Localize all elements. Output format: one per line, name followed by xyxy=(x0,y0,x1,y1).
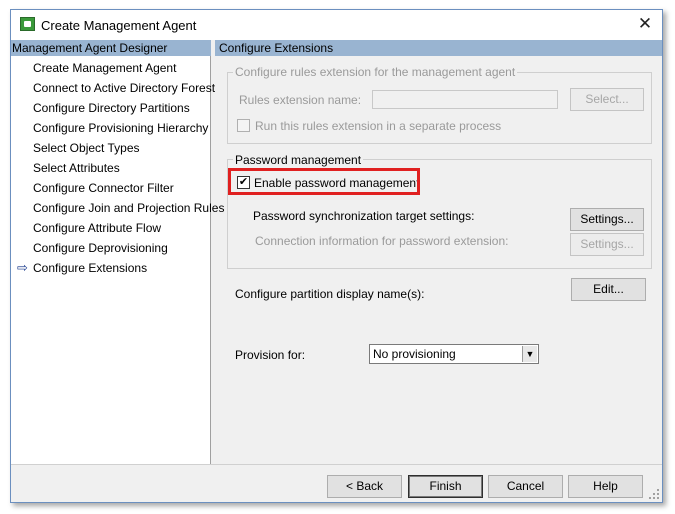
nav-item-object-types[interactable]: Select Object Types xyxy=(33,141,140,155)
password-extension-settings-button[interactable]: Settings... xyxy=(570,233,644,256)
nav-item-create-management-agent[interactable]: Create Management Agent xyxy=(33,61,176,75)
nav-item-deprovisioning[interactable]: Configure Deprovisioning xyxy=(33,241,168,255)
footer-separator xyxy=(11,464,662,465)
title-bar: Create Management Agent ✕ xyxy=(11,10,662,40)
finish-button[interactable]: Finish xyxy=(408,475,483,498)
nav-item-join-projection[interactable]: Configure Join and Projection Rules xyxy=(33,201,224,215)
nav-item-extensions[interactable]: Configure Extensions xyxy=(33,261,147,275)
app-icon xyxy=(20,17,35,31)
nav-item-attribute-flow[interactable]: Configure Attribute Flow xyxy=(33,221,161,235)
separate-process-label: Run this rules extension in a separate p… xyxy=(255,119,502,133)
select-button[interactable]: Select... xyxy=(570,88,644,111)
nav-item-directory-partitions[interactable]: Configure Directory Partitions xyxy=(33,101,190,115)
partition-display-name-label: Configure partition display name(s): xyxy=(235,287,425,301)
highlight-box xyxy=(228,168,420,195)
password-sync-settings-button[interactable]: Settings... xyxy=(570,208,644,231)
provision-for-label: Provision for: xyxy=(235,348,306,362)
rules-extension-legend: Configure rules extension for the manage… xyxy=(233,65,518,79)
separate-process-checkbox[interactable] xyxy=(237,119,250,132)
window-title: Create Management Agent xyxy=(41,18,197,33)
close-icon[interactable]: ✕ xyxy=(631,12,659,36)
back-button[interactable]: < Back xyxy=(327,475,402,498)
password-sync-target-label: Password synchronization target settings… xyxy=(253,209,475,223)
nav-item-connect-forest[interactable]: Connect to Active Directory Forest xyxy=(33,81,215,95)
nav-item-provisioning-hierarchy[interactable]: Configure Provisioning Hierarchy xyxy=(33,121,208,135)
current-step-arrow-icon: ⇨ xyxy=(17,260,28,275)
help-button[interactable]: Help xyxy=(568,475,643,498)
create-management-agent-window: Create Management Agent ✕ Management Age… xyxy=(10,9,663,503)
cancel-button[interactable]: Cancel xyxy=(488,475,563,498)
password-extension-connection-label: Connection information for password exte… xyxy=(255,234,509,248)
designer-header: Management Agent Designer xyxy=(11,40,211,56)
chevron-down-icon[interactable]: ▼ xyxy=(522,346,537,362)
edit-button[interactable]: Edit... xyxy=(571,278,646,301)
resize-grip-icon[interactable] xyxy=(648,488,660,500)
designer-nav: Create Management Agent Connect to Activ… xyxy=(11,56,224,464)
password-management-legend: Password management xyxy=(233,153,364,167)
provision-for-value: No provisioning xyxy=(373,347,456,361)
nav-item-connector-filter[interactable]: Configure Connector Filter xyxy=(33,181,174,195)
rules-extension-name-input[interactable] xyxy=(372,90,558,109)
nav-item-attributes[interactable]: Select Attributes xyxy=(33,161,120,175)
provision-for-select[interactable]: No provisioning ▼ xyxy=(369,344,539,364)
extensions-header: Configure Extensions xyxy=(215,40,662,56)
rules-extension-name-label: Rules extension name: xyxy=(239,93,362,107)
